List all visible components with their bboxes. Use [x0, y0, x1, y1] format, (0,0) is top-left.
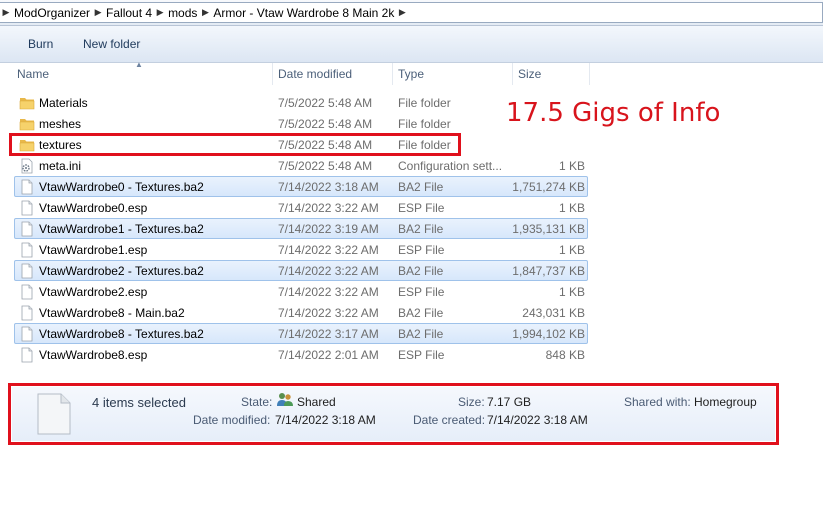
breadcrumb[interactable]: ▶ ModOrganizer ▶ Fallout 4 ▶ mods ▶ Armo…	[0, 2, 823, 23]
file-date-modified: 7/14/2022 3:18 AM	[278, 180, 379, 194]
file-name: VtawWardrobe8 - Textures.ba2	[39, 327, 204, 341]
file-row[interactable]: meta.ini 7/5/2022 5:48 AM Configuration se…	[14, 155, 588, 176]
file-row[interactable]: VtawWardrobe2.esp 7/14/2022 3:22 AM ESP Fi…	[14, 281, 588, 302]
file-row[interactable]: VtawWardrobe1 - Textures.ba2 7/14/2022 3:…	[14, 218, 588, 239]
annotation-text: 17.5 Gigs of Info	[506, 98, 721, 128]
file-type: BA2 File	[398, 327, 444, 341]
file-name: VtawWardrobe8.esp	[39, 348, 148, 362]
column-header-type[interactable]: Type	[398, 67, 424, 81]
file-type: ESP File	[398, 348, 445, 362]
file-name: VtawWardrobe1.esp	[39, 243, 148, 257]
chevron-right-icon[interactable]: ▶	[396, 7, 408, 18]
file-type: Configuration sett...	[398, 159, 503, 173]
file-name: Materials	[39, 96, 88, 110]
file-name: VtawWardrobe2 - Textures.ba2	[39, 264, 204, 278]
breadcrumb-item[interactable]: Armor - Vtaw Wardrobe 8 Main 2k	[211, 6, 396, 20]
file-date-modified: 7/14/2022 3:22 AM	[278, 243, 379, 257]
file-date-modified: 7/14/2022 3:19 AM	[278, 222, 379, 236]
file-row[interactable]: meshes 7/5/2022 5:48 AM File folder	[14, 113, 588, 134]
file-type: File folder	[398, 96, 451, 110]
file-icon	[19, 242, 35, 258]
file-name: VtawWardrobe0.esp	[39, 201, 148, 215]
new-folder-button[interactable]: New folder	[83, 37, 140, 51]
file-icon	[19, 221, 35, 237]
file-date-modified: 7/14/2022 2:01 AM	[278, 348, 379, 362]
file-date-modified: 7/5/2022 5:48 AM	[278, 159, 373, 173]
file-type: BA2 File	[398, 306, 444, 320]
file-name: meta.ini	[39, 159, 82, 173]
command-bar: Burn New folder	[0, 26, 823, 63]
file-type: File folder	[398, 117, 451, 131]
file-date-modified: 7/5/2022 5:48 AM	[278, 117, 373, 131]
folder-icon	[19, 95, 35, 111]
address-bar[interactable]: ▶ ModOrganizer ▶ Fallout 4 ▶ mods ▶ Armo…	[0, 0, 823, 26]
file-icon	[19, 179, 35, 195]
file-date-modified: 7/14/2022 3:22 AM	[278, 306, 379, 320]
file-name: meshes	[39, 117, 82, 131]
file-name: VtawWardrobe1 - Textures.ba2	[39, 222, 204, 236]
file-row[interactable]: VtawWardrobe2 - Textures.ba2 7/14/2022 3:…	[14, 260, 588, 281]
column-header-row: ▲ Name Date modified Type Size	[0, 60, 590, 85]
file-name: VtawWardrobe0 - Textures.ba2	[39, 180, 204, 194]
file-row[interactable]: VtawWardrobe1.esp 7/14/2022 3:22 AM ESP Fi…	[14, 239, 588, 260]
column-divider[interactable]	[589, 63, 590, 85]
burn-button[interactable]: Burn	[28, 37, 53, 51]
file-type: BA2 File	[398, 180, 444, 194]
file-size: 1 KB	[558, 159, 585, 173]
chevron-right-icon[interactable]: ▶	[92, 7, 104, 18]
file-row[interactable]: VtawWardrobe0.esp 7/14/2022 3:22 AM ESP Fi…	[14, 197, 588, 218]
settings-file-icon	[19, 158, 35, 174]
chevron-right-icon[interactable]: ▶	[154, 7, 166, 18]
column-header-name[interactable]: Name	[17, 67, 49, 81]
file-row[interactable]: VtawWardrobe8 - Textures.ba2 7/14/2022 3:…	[14, 323, 588, 344]
chevron-right-icon[interactable]: ▶	[0, 7, 12, 18]
file-date-modified: 7/5/2022 5:48 AM	[278, 96, 373, 110]
chevron-right-icon[interactable]: ▶	[199, 7, 211, 18]
file-row[interactable]: VtawWardrobe8 - Main.ba2 7/14/2022 3:22 A…	[14, 302, 588, 323]
folder-icon	[19, 116, 35, 132]
breadcrumb-item[interactable]: mods	[166, 6, 199, 20]
file-date-modified: 7/14/2022 3:22 AM	[278, 264, 379, 278]
file-date-modified: 7/14/2022 3:22 AM	[278, 285, 379, 299]
file-size: 1,751,274 KB	[512, 180, 585, 194]
file-icon	[19, 305, 35, 321]
file-size: 243,031 KB	[522, 306, 585, 320]
file-size: 1 KB	[558, 243, 585, 257]
file-type: ESP File	[398, 285, 445, 299]
file-icon	[19, 347, 35, 363]
file-size: 1,935,131 KB	[512, 222, 585, 236]
breadcrumb-item[interactable]: Fallout 4	[104, 6, 154, 20]
file-type: BA2 File	[398, 222, 444, 236]
file-size: 1 KB	[558, 201, 585, 215]
highlight-box-details	[8, 383, 779, 445]
column-divider[interactable]	[512, 63, 513, 85]
file-size: 1,994,102 KB	[512, 327, 585, 341]
file-icon	[19, 284, 35, 300]
file-name: VtawWardrobe8 - Main.ba2	[39, 306, 185, 320]
file-type: ESP File	[398, 243, 445, 257]
file-date-modified: 7/14/2022 3:22 AM	[278, 201, 379, 215]
file-row[interactable]: VtawWardrobe8.esp 7/14/2022 2:01 AM ESP Fi…	[14, 344, 588, 365]
column-divider[interactable]	[272, 63, 273, 85]
column-header-date-modified[interactable]: Date modified	[278, 67, 352, 81]
highlight-box-textures	[9, 133, 461, 156]
sort-ascending-icon: ▲	[135, 60, 143, 69]
file-size: 1,847,737 KB	[512, 264, 585, 278]
column-header-size[interactable]: Size	[518, 67, 541, 81]
file-row[interactable]: VtawWardrobe0 - Textures.ba2 7/14/2022 3:…	[14, 176, 588, 197]
breadcrumb-item[interactable]: ModOrganizer	[12, 6, 92, 20]
file-name: VtawWardrobe2.esp	[39, 285, 148, 299]
file-size: 1 KB	[558, 285, 585, 299]
file-icon	[19, 263, 35, 279]
file-type: ESP File	[398, 201, 445, 215]
file-size: 848 KB	[545, 348, 585, 362]
file-icon	[19, 326, 35, 342]
file-date-modified: 7/14/2022 3:17 AM	[278, 327, 379, 341]
file-row[interactable]: Materials 7/5/2022 5:48 AM File folder	[14, 92, 588, 113]
file-type: BA2 File	[398, 264, 444, 278]
column-divider[interactable]	[392, 63, 393, 85]
file-icon	[19, 200, 35, 216]
